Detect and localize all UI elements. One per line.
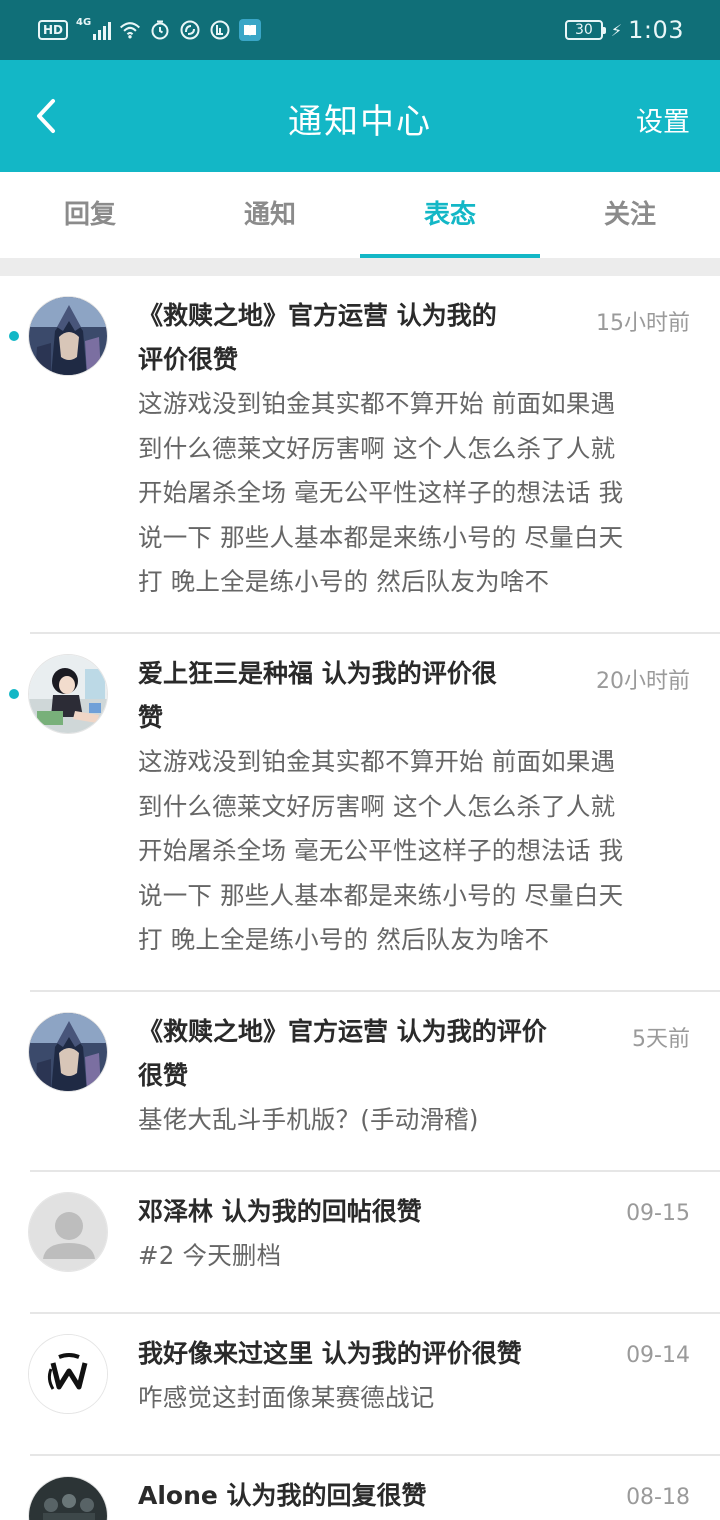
network-type: 4G — [76, 17, 92, 28]
notification-time: 08-18 — [626, 1485, 690, 1510]
notification-title: 《救赎之地》官方运营 认为我的 — [138, 301, 497, 330]
netease-icon — [179, 19, 201, 41]
notification-title: 我好像来过这里 认为我的评价很赞 — [138, 1339, 522, 1368]
notification-body-line: 到什么德莱文好厉害啊 这个人怎么杀了人就 — [138, 791, 616, 821]
list-item[interactable]: 邓泽林 认为我的回帖很赞 #2 今天删档 09-15 — [0, 1172, 720, 1314]
unread-dot — [9, 689, 19, 699]
notification-content: Alone 认为我的回复很赞 — [138, 1474, 427, 1518]
page-title: 通知中心 — [288, 102, 432, 142]
charging-icon: ⚡ — [610, 20, 623, 40]
notification-time: 20小时前 — [596, 669, 690, 694]
list-item[interactable]: 《救赎之地》官方运营 认为我的 评价很赞 这游戏没到铂金其实都不算开始 前面如果… — [0, 276, 720, 634]
tab-follow[interactable]: 关注 — [540, 172, 720, 258]
tab-reply[interactable]: 回复 — [0, 172, 180, 258]
notification-time: 09-15 — [626, 1201, 690, 1226]
avatar-dark-group[interactable] — [28, 1476, 108, 1520]
notification-content: 《救赎之地》官方运营 认为我的评价 很赞 基佬大乱斗手机版？(手动滑稽) — [138, 1010, 547, 1143]
status-icons-right: 30 ⚡ 1:03 — [564, 14, 684, 46]
hd-indicator: HD — [38, 20, 69, 40]
notification-body-line: 打 晚上全是练小号的 然后队友为啥不 — [138, 567, 550, 597]
notification-content: 邓泽林 认为我的回帖很赞 #2 今天删档 — [138, 1190, 422, 1279]
book-icon — [239, 19, 262, 41]
notification-content: 《救赎之地》官方运营 认为我的 评价很赞 这游戏没到铂金其实都不算开始 前面如果… — [138, 294, 623, 605]
notification-body-line: 说一下 那些人基本都是来练小号的 尽量白天 — [138, 522, 624, 552]
notification-body-line: 说一下 那些人基本都是来练小号的 尽量白天 — [138, 880, 624, 910]
wifi-icon — [119, 19, 141, 41]
settings-button[interactable]: 设置 — [636, 100, 690, 139]
list-item[interactable]: 《救赎之地》官方运营 认为我的评价 很赞 基佬大乱斗手机版？(手动滑稽) 5天前 — [0, 992, 720, 1172]
notification-body-line: 开始屠杀全场 毫无公平性这样子的想法话 我 — [138, 836, 624, 866]
notification-time: 15小时前 — [596, 311, 690, 336]
signal-icon — [93, 20, 112, 40]
notification-content: 爱上狂三是种福 认为我的评价很 赞 这游戏没到铂金其实都不算开始 前面如果遇 到… — [138, 652, 623, 963]
app-header: 通知中心 设置 — [0, 60, 720, 172]
notification-time: 09-14 — [626, 1343, 690, 1368]
notification-body-line: 这游戏没到铂金其实都不算开始 前面如果遇 — [138, 389, 616, 418]
notification-body-line: 这游戏没到铂金其实都不算开始 前面如果遇 — [138, 747, 616, 776]
notification-title: 爱上狂三是种福 认为我的评价很 — [138, 659, 497, 688]
notification-list: 《救赎之地》官方运营 认为我的 评价很赞 这游戏没到铂金其实都不算开始 前面如果… — [0, 276, 720, 1520]
battery-icon: 30 — [564, 20, 606, 40]
list-item[interactable]: 我好像来过这里 认为我的评价很赞 咋感觉这封面像某赛德战记 09-14 — [0, 1314, 720, 1456]
notification-body-line: 开始屠杀全场 毫无公平性这样子的想法话 我 — [138, 478, 624, 508]
status-icons-left: HD 4G — [38, 16, 262, 44]
app-icon — [209, 19, 231, 41]
section-gap — [0, 258, 720, 276]
avatar-warrior[interactable] — [28, 1012, 108, 1092]
avatar-default-person[interactable] — [28, 1192, 108, 1272]
notification-body-line: 到什么德莱文好厉害啊 这个人怎么杀了人就 — [138, 433, 616, 463]
notification-body-line: #2 今天删档 — [138, 1241, 282, 1270]
tab-reactions[interactable]: 表态 — [360, 172, 540, 258]
notification-body-line: 咋感觉这封面像某赛德战记 — [138, 1383, 435, 1412]
avatar-warrior[interactable] — [28, 296, 108, 376]
notification-title: 很赞 — [138, 1061, 189, 1090]
avatar-anime-girl[interactable] — [28, 654, 108, 734]
status-bar: HD 4G 30 ⚡ 1:03 — [0, 0, 720, 60]
notification-title: 邓泽林 认为我的回帖很赞 — [138, 1197, 422, 1226]
avatar-logo[interactable] — [28, 1334, 108, 1414]
notification-content: 我好像来过这里 认为我的评价很赞 咋感觉这封面像某赛德战记 — [138, 1332, 522, 1421]
notification-title: 评价很赞 — [138, 345, 239, 374]
notification-time: 5天前 — [632, 1027, 690, 1052]
tab-notice[interactable]: 通知 — [180, 172, 360, 258]
notification-body-line: 打 晚上全是练小号的 然后队友为啥不 — [138, 925, 550, 955]
list-item[interactable]: Alone 认为我的回复很赞 08-18 — [0, 1456, 720, 1520]
list-item[interactable]: 爱上狂三是种福 认为我的评价很 赞 这游戏没到铂金其实都不算开始 前面如果遇 到… — [0, 634, 720, 992]
unread-dot — [9, 331, 19, 341]
notification-title: 《救赎之地》官方运营 认为我的评价 — [138, 1017, 547, 1046]
notification-title: Alone 认为我的回复很赞 — [138, 1481, 427, 1510]
status-time: 1:03 — [628, 16, 684, 44]
tab-bar: 回复 通知 表态 关注 — [0, 172, 720, 258]
alarm-icon — [149, 19, 171, 41]
notification-body-line: 基佬大乱斗手机版？(手动滑稽) — [138, 1105, 479, 1134]
notification-title: 赞 — [138, 703, 164, 732]
